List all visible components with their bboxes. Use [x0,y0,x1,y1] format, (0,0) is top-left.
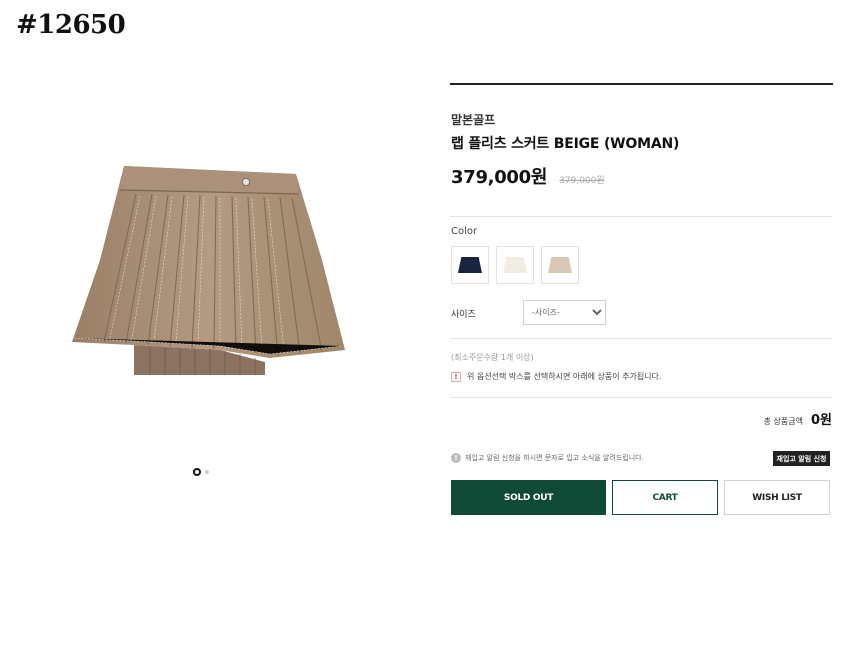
brand-name: 말본골프 [451,113,496,127]
price-row: 379,000원 379,000원 [451,163,605,189]
divider [450,216,833,217]
original-price: 379,000원 [559,176,605,186]
product-image [72,166,345,375]
color-label: Color [451,226,478,237]
info-icon: ! [451,453,461,463]
restock-notice-text: 재입고 알림 신청을 하시면 문자로 입고 소식을 알려드립니다. [465,454,644,462]
option-notice-text: 위 옵션선택 박스를 선택하시면 아래에 상품이 추가됩니다. [467,372,662,381]
min-quantity-note: (최소주문수량 1개 이상) [451,353,534,362]
top-divider [450,83,833,85]
carousel-dot[interactable] [205,470,209,474]
product-title: 랩 플리츠 스커트 BEIGE (WOMAN) [451,136,680,152]
swatch-beige[interactable] [541,246,579,284]
carousel-dot-active[interactable] [193,468,201,476]
carousel-dots[interactable] [193,468,209,476]
swatch-ivory[interactable] [496,246,534,284]
restock-alert-button[interactable]: 재입고 알림 신청 [773,451,830,466]
swatch-beige-image [548,257,572,273]
color-swatches [451,246,579,284]
page-id-label: #12650 [16,10,126,40]
total-label: 총 상품금액 [763,417,803,426]
sold-out-button[interactable]: SOLD OUT [451,480,606,515]
size-select[interactable]: -사이즈- [523,300,606,325]
restock-notice: ! 재입고 알림 신청을 하시면 문자로 입고 소식을 알려드립니다. [451,453,644,463]
swatch-navy-image [458,257,482,273]
alert-icon: ! [451,371,461,382]
total-price: 총 상품금액 0원 [764,409,832,428]
divider [450,338,833,339]
wish-list-button[interactable]: WISH LIST [724,480,830,515]
size-label: 사이즈 [451,310,476,320]
total-value: 0원 [810,413,832,428]
divider [450,397,833,398]
option-notice: ! 위 옵션선택 박스를 선택하시면 아래에 상품이 추가됩니다. [451,371,661,382]
sale-price: 379,000원 [451,167,548,188]
swatch-navy[interactable] [451,246,489,284]
swatch-ivory-image [503,257,527,273]
cart-button[interactable]: CART [612,480,718,515]
